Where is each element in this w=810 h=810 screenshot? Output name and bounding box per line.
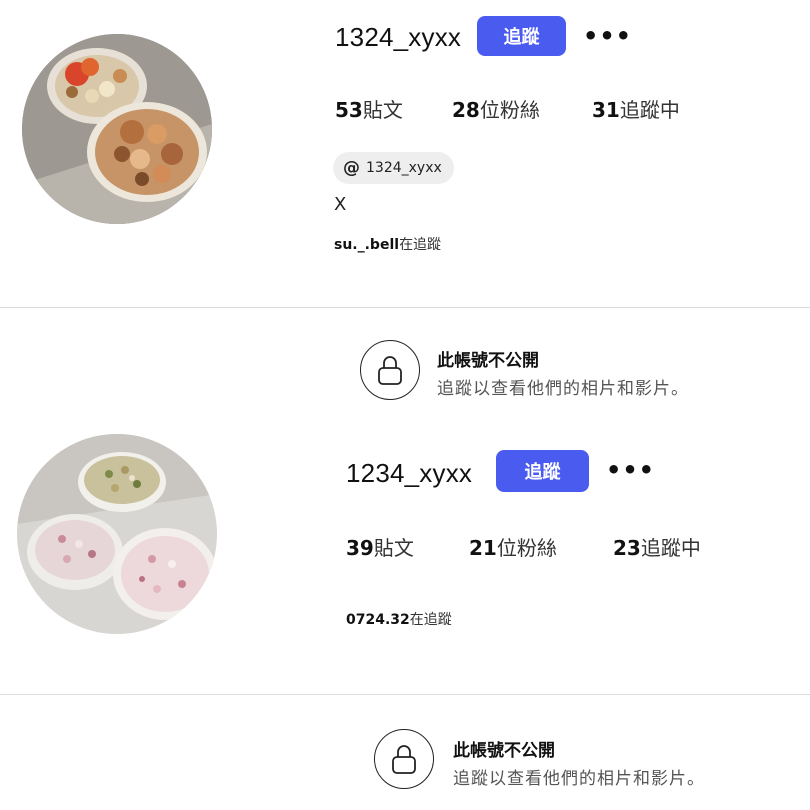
followed-by[interactable]: su._.bell在追蹤 <box>334 234 441 254</box>
posts-count: 39貼文 <box>346 536 414 560</box>
section-divider <box>0 307 810 308</box>
username: 1324_xyxx <box>335 22 462 52</box>
threads-icon: @ <box>343 158 360 178</box>
following-count[interactable]: 31追蹤中 <box>592 94 680 123</box>
private-account-title: 此帳號不公開 <box>453 741 555 761</box>
private-account-subtitle: 追蹤以查看他們的相片和影片。 <box>453 769 705 789</box>
following-count[interactable]: 23追蹤中 <box>613 532 701 561</box>
private-account-subtitle: 追蹤以查看他們的相片和影片。 <box>437 379 689 399</box>
more-options-button[interactable]: ••• <box>583 24 632 48</box>
posts-count: 53貼文 <box>335 98 403 122</box>
more-options-button[interactable]: ••• <box>606 458 655 482</box>
followers-count[interactable]: 28位粉絲 <box>452 94 540 123</box>
profile-avatar[interactable] <box>17 434 217 634</box>
section-divider <box>0 694 810 695</box>
follow-button[interactable]: 追蹤 <box>496 450 589 492</box>
bio-text: X <box>334 194 347 215</box>
follow-button[interactable]: 追蹤 <box>477 16 566 56</box>
followers-count[interactable]: 21位粉絲 <box>469 532 557 561</box>
threads-link[interactable]: @ 1324_xyxx <box>333 152 454 184</box>
threads-handle: 1324_xyxx <box>366 160 442 176</box>
private-account-title: 此帳號不公開 <box>437 351 539 371</box>
username: 1234_xyxx <box>346 458 473 488</box>
followed-by[interactable]: 0724.32在追蹤 <box>346 609 452 629</box>
profile-avatar[interactable] <box>22 34 212 224</box>
lock-icon <box>360 340 420 400</box>
lock-icon <box>374 729 434 789</box>
